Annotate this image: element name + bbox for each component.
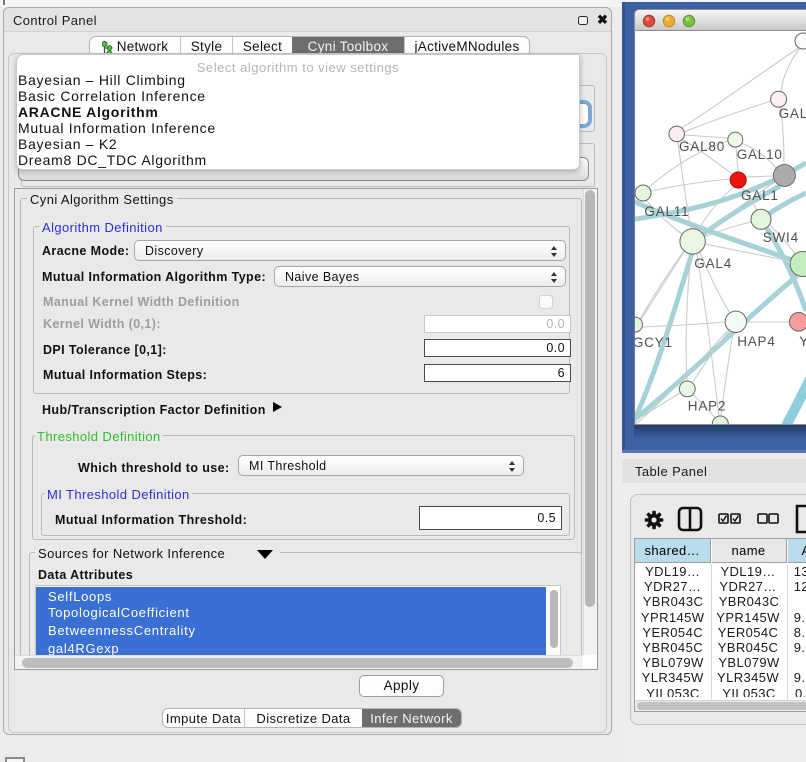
svg-text:GCY1: GCY1: [635, 335, 673, 350]
svg-text:GAL1: GAL1: [741, 188, 779, 203]
svg-text:GAL4: GAL4: [694, 256, 732, 271]
svg-text:GAL7: GAL7: [779, 106, 806, 121]
svg-text:GAL11: GAL11: [644, 204, 689, 219]
svg-text:GAL80: GAL80: [679, 139, 725, 154]
svg-text:SWI4: SWI4: [763, 230, 799, 245]
svg-text:Y: Y: [799, 334, 806, 349]
svg-text:GAL10: GAL10: [737, 147, 783, 162]
svg-text:HAP2: HAP2: [688, 399, 726, 414]
svg-text:HAP4: HAP4: [737, 334, 775, 349]
